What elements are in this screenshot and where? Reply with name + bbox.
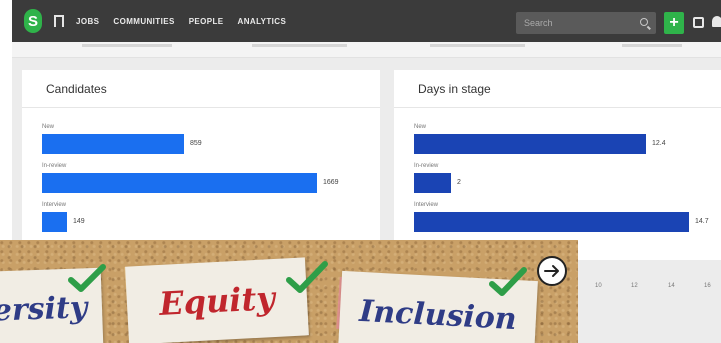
dei-banner: ersity Equity Inclusion xyxy=(0,240,578,343)
bar-value-label: 149 xyxy=(73,218,85,225)
x-tick-label: 12 xyxy=(631,283,638,289)
card-title: Days in stage xyxy=(418,81,491,96)
next-arrow-button[interactable] xyxy=(537,256,567,286)
search-box xyxy=(516,12,656,34)
x-tick-label: 10 xyxy=(595,283,602,289)
bar[interactable] xyxy=(414,173,451,193)
bar-label: New xyxy=(414,124,427,130)
bar-label: Interview xyxy=(42,202,67,208)
inbox-icon[interactable] xyxy=(693,17,704,28)
arrow-right-icon xyxy=(544,265,559,277)
days-in-stage-card: Days in stage New 12.4 In-review 2 Interview… xyxy=(394,70,721,260)
top-navbar: S JOBS COMMUNITIES PEOPLE ANALYTICS + xyxy=(12,0,721,42)
sub-header xyxy=(12,42,721,58)
bar[interactable] xyxy=(42,134,184,154)
note-equity: Equity xyxy=(125,257,309,343)
sub-header-text xyxy=(430,44,525,47)
nav-links: JOBS COMMUNITIES PEOPLE ANALYTICS xyxy=(76,17,300,26)
candidates-card: Candidates New 859 In-review 1669 Interview 1… xyxy=(22,70,380,260)
sub-header-text xyxy=(252,44,347,47)
checkmark-icon xyxy=(489,267,527,296)
bar-value-label: 1669 xyxy=(323,179,339,186)
bar-value-label: 859 xyxy=(190,140,202,147)
nav-link-communities[interactable]: COMMUNITIES xyxy=(113,17,174,26)
bookmark-icon[interactable] xyxy=(54,15,64,27)
search-icon[interactable] xyxy=(640,18,648,26)
add-button[interactable]: + xyxy=(664,12,684,34)
bar-label: Interview xyxy=(414,202,439,208)
bar-value-label: 14.7 xyxy=(695,218,709,225)
bar[interactable] xyxy=(42,173,317,193)
nav-link-jobs[interactable]: JOBS xyxy=(76,17,99,26)
banner-word-equity: Equity xyxy=(158,279,276,323)
card-header: Days in stage xyxy=(394,70,721,108)
bar-value-label: 12.4 xyxy=(652,140,666,147)
card-title: Candidates xyxy=(46,81,107,96)
search-input[interactable] xyxy=(516,12,634,34)
nav-link-analytics[interactable]: ANALYTICS xyxy=(238,17,287,26)
bar[interactable] xyxy=(414,212,689,232)
bell-icon[interactable] xyxy=(712,16,721,27)
card-header: Candidates xyxy=(22,70,380,108)
nav-link-people[interactable]: PEOPLE xyxy=(189,17,224,26)
bar-label: New xyxy=(42,124,55,130)
bar[interactable] xyxy=(414,134,646,154)
checkmark-icon xyxy=(286,261,328,293)
x-tick-label: 14 xyxy=(668,283,675,289)
banner-word-inclusion: Inclusion xyxy=(358,293,518,337)
bar-value-label: 2 xyxy=(457,179,461,186)
sub-header-text xyxy=(622,44,682,47)
bar-label: In-review xyxy=(414,163,439,169)
bar-label: In-review xyxy=(42,163,67,169)
banner-word-diversity: ersity xyxy=(0,289,88,328)
checkmark-icon xyxy=(68,264,106,292)
x-tick-label: 16 xyxy=(704,283,711,289)
bar[interactable] xyxy=(42,212,67,232)
sub-header-text xyxy=(82,44,172,47)
logo[interactable]: S xyxy=(24,9,42,33)
